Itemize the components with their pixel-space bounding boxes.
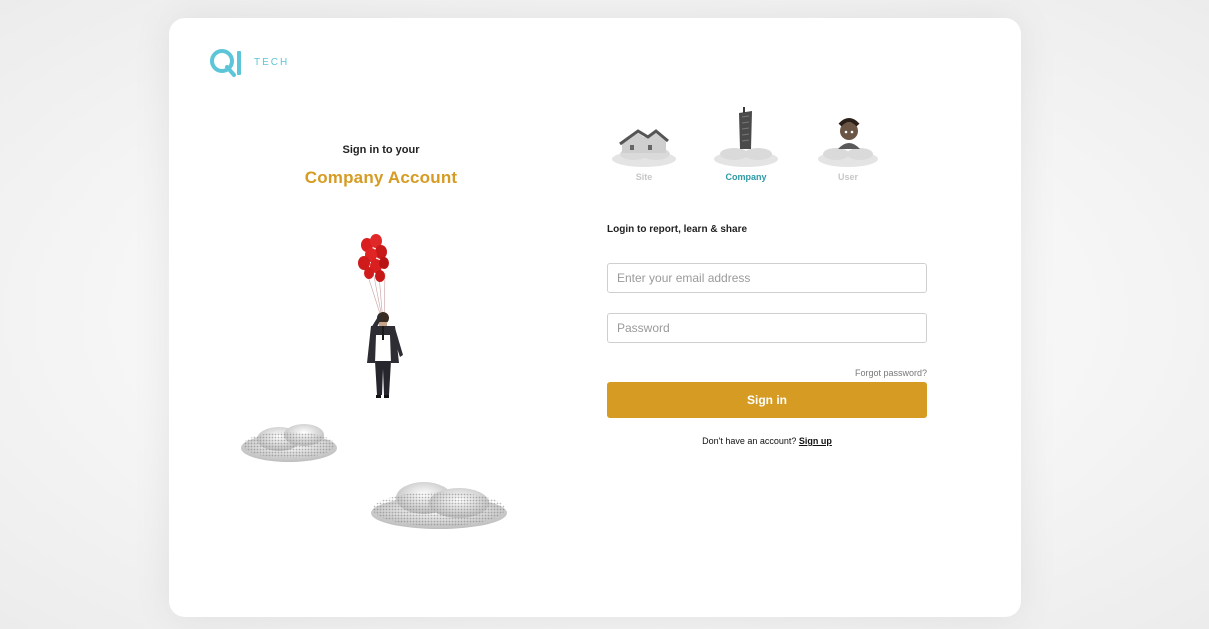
cloud-left-icon: [241, 424, 337, 462]
login-tagline: Login to report, learn & share: [607, 224, 748, 235]
balloon-man-illustration: [241, 234, 507, 529]
account-type-site[interactable]: Site: [604, 103, 684, 193]
account-type-label: User: [837, 172, 858, 182]
brand-logo[interactable]: TECH: [209, 48, 299, 80]
cloud-right-icon: [371, 482, 507, 529]
sign-in-heading: Sign in to your: [342, 144, 420, 156]
account-type-company[interactable]: Company: [706, 103, 786, 193]
qi-logo-icon: [210, 49, 241, 77]
account-type-user[interactable]: User: [808, 103, 888, 193]
person-on-cloud-icon: [818, 118, 878, 167]
account-type-selector: Site Company User: [604, 103, 924, 193]
sign-in-button[interactable]: Sign in: [607, 382, 927, 418]
left-heading-group: Sign in to your Company Account: [281, 144, 481, 188]
businessman-figure: [367, 312, 403, 398]
forgot-password-link[interactable]: Forgot password?: [807, 368, 927, 378]
red-balloons-icon: [358, 234, 389, 282]
account-type-label: Site: [635, 172, 653, 182]
signup-prompt-line: Don't have an account? Sign up: [607, 436, 927, 446]
account-type-heading: Company Account: [304, 168, 458, 187]
house-on-cloud-icon: [612, 129, 676, 167]
signup-prompt-text: Don't have an account?: [702, 436, 797, 446]
sign-up-link[interactable]: Sign up: [799, 436, 832, 446]
email-input[interactable]: [607, 263, 927, 293]
brand-logo-text: TECH: [254, 57, 290, 68]
password-input[interactable]: [607, 313, 927, 343]
login-card: TECH Sign in to your Company Account Sit…: [169, 18, 1021, 617]
skyscraper-on-cloud-icon: [714, 107, 778, 167]
account-type-label: Company: [725, 172, 767, 182]
